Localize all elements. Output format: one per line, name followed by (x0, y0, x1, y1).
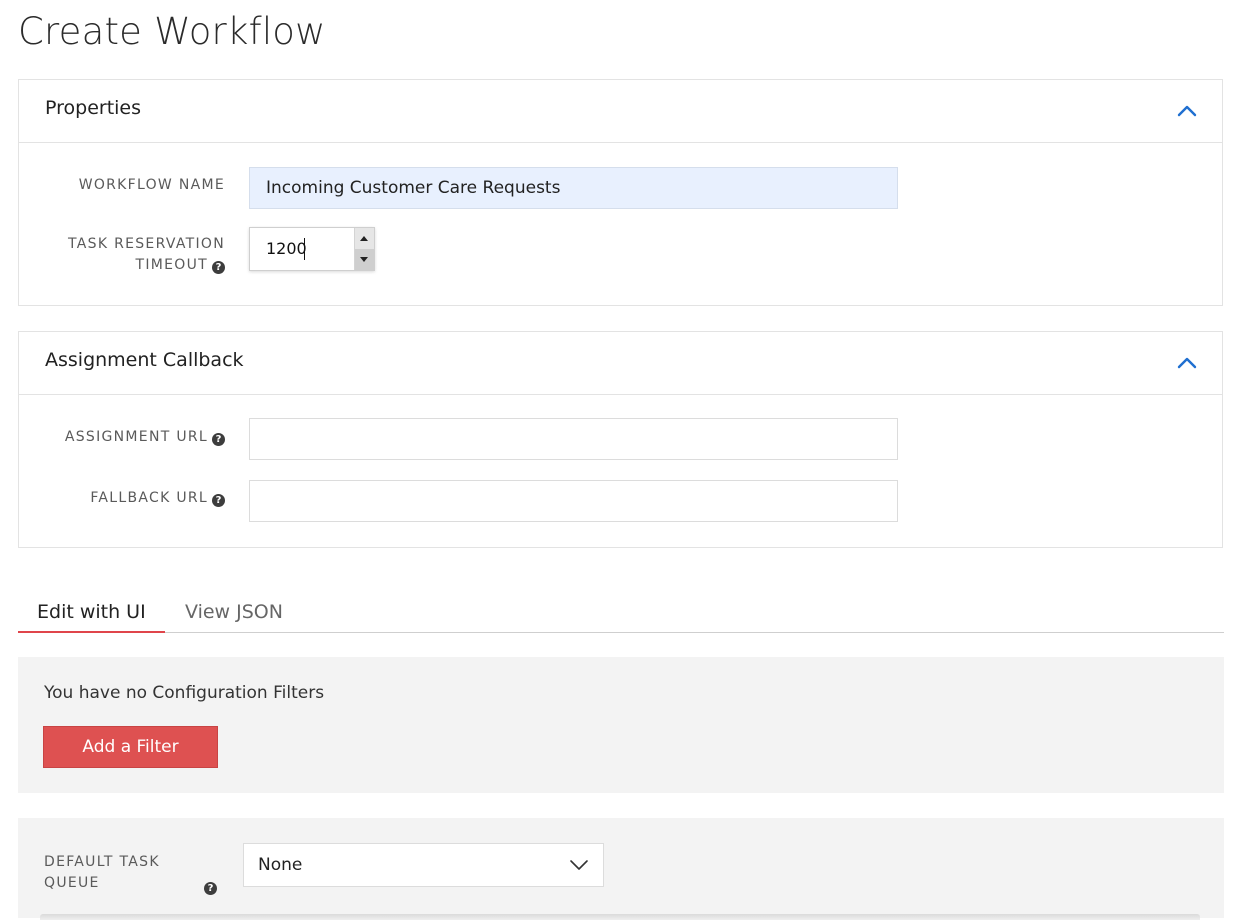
workflow-name-row: WORKFLOW NAME (19, 167, 1222, 211)
fallback-url-label: FALLBACK URL? (25, 488, 225, 509)
question-circle-icon[interactable]: ? (212, 433, 225, 446)
task-reservation-timeout-value[interactable]: 1200 (266, 239, 307, 258)
task-reservation-timeout-stepper[interactable]: 1200 (249, 227, 375, 271)
workflow-name-input[interactable] (249, 167, 898, 209)
default-task-queue-select[interactable]: None (243, 843, 604, 887)
properties-panel-header[interactable]: Properties (19, 80, 1222, 143)
fallback-url-input[interactable] (249, 480, 898, 522)
question-circle-icon[interactable]: ? (212, 261, 225, 274)
assignment-callback-panel: Assignment Callback ASSIGNMENT URL? FALL… (18, 331, 1223, 548)
question-circle-icon[interactable]: ? (204, 882, 217, 895)
assignment-callback-panel-header[interactable]: Assignment Callback (19, 332, 1222, 395)
task-reservation-timeout-row: TASK RESERVATION TIMEOUT? 1200 (19, 227, 1222, 277)
text-caret (304, 238, 305, 260)
assignment-url-label-text: ASSIGNMENT URL (64, 429, 208, 445)
fallback-url-row: FALLBACK URL? (19, 480, 1222, 524)
stepper-increment-button[interactable] (355, 228, 374, 250)
fallback-url-label-text: FALLBACK URL (90, 490, 208, 506)
workflow-name-label: WORKFLOW NAME (25, 175, 225, 196)
page-title: Create Workflow (18, 10, 326, 53)
task-reservation-timeout-label-line1: TASK RESERVATION (68, 236, 225, 252)
stepper-buttons (354, 228, 374, 270)
tab-view-json[interactable]: View JSON (166, 590, 302, 631)
caret-up-icon (360, 236, 368, 241)
question-circle-icon[interactable]: ? (212, 494, 225, 507)
default-task-queue-label: DEFAULT TASK QUEUE (44, 854, 160, 891)
default-task-queue-selected: None (258, 855, 303, 875)
next-section-edge (40, 914, 1200, 920)
caret-down-icon (360, 257, 368, 262)
properties-panel: Properties WORKFLOW NAME TASK RESERVATIO… (18, 79, 1223, 306)
configuration-filters-box: You have no Configuration Filters Add a … (18, 657, 1224, 793)
assignment-url-row: ASSIGNMENT URL? (19, 418, 1222, 462)
assignment-callback-panel-title: Assignment Callback (45, 349, 244, 371)
task-reservation-timeout-label-line2: TIMEOUT (135, 257, 208, 273)
tab-edit-with-ui[interactable]: Edit with UI (18, 590, 165, 633)
default-task-queue-box: DEFAULT TASK QUEUE ? None (18, 818, 1224, 920)
stepper-decrement-button[interactable] (355, 249, 374, 270)
editor-tabs: Edit with UI View JSON (18, 590, 1224, 633)
chevron-up-icon[interactable] (1174, 350, 1200, 376)
chevron-down-icon (570, 860, 588, 870)
workflow-name-label-text: WORKFLOW NAME (78, 177, 225, 193)
assignment-url-label: ASSIGNMENT URL? (25, 427, 225, 448)
chevron-up-icon[interactable] (1174, 98, 1200, 124)
properties-panel-title: Properties (45, 97, 142, 119)
no-filters-message: You have no Configuration Filters (44, 683, 325, 703)
add-filter-button[interactable]: Add a Filter (43, 726, 218, 768)
assignment-url-input[interactable] (249, 418, 898, 460)
task-reservation-timeout-label: TASK RESERVATION TIMEOUT? (25, 234, 225, 276)
